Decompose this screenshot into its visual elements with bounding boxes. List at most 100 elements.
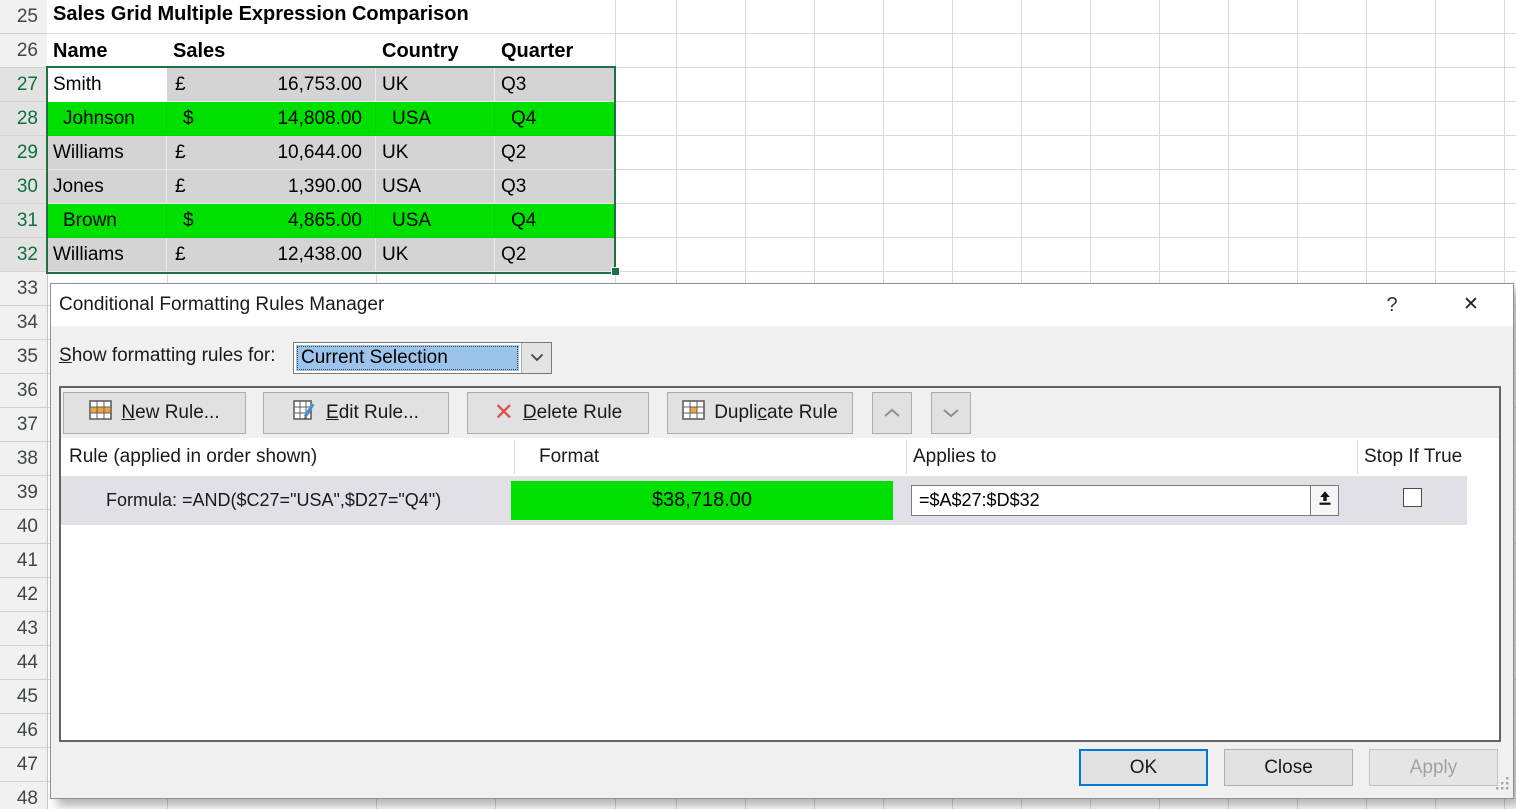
currency-symbol: £ xyxy=(175,170,186,203)
show-rules-dropdown[interactable]: Current Selection xyxy=(293,342,552,374)
column-separator xyxy=(514,440,515,474)
delete-rule-button[interactable]: ✕ Delete Rule xyxy=(467,392,649,434)
column-header-rule: Rule (applied in order shown) xyxy=(69,438,317,476)
table-row: Williams £10,644.00 UK Q2 xyxy=(47,136,615,170)
cell[interactable]: Q2 xyxy=(495,136,615,170)
edit-rule-label: Edit Rule... xyxy=(326,402,419,424)
row-header[interactable]: 40 xyxy=(0,510,47,544)
cell[interactable]: £10,644.00 xyxy=(167,136,376,170)
dropdown-button[interactable] xyxy=(521,343,551,373)
row-header[interactable]: 39 xyxy=(0,476,47,510)
cell[interactable]: Brown xyxy=(47,204,167,238)
new-rule-icon xyxy=(89,400,112,426)
cell[interactable]: UK xyxy=(376,136,495,170)
currency-symbol: £ xyxy=(175,68,186,101)
row-header[interactable]: 46 xyxy=(0,714,47,748)
stop-if-true-checkbox[interactable] xyxy=(1403,488,1422,507)
row-header[interactable]: 34 xyxy=(0,306,47,340)
cell[interactable]: Johnson xyxy=(47,102,167,136)
cell[interactable]: Q3 xyxy=(495,170,615,204)
move-rule-up-button[interactable] xyxy=(872,392,912,434)
row-header[interactable]: 31 xyxy=(0,204,47,238)
fill-handle[interactable] xyxy=(611,267,620,276)
row-header[interactable]: 30 xyxy=(0,170,47,204)
excel-window: 25 26 27 28 29 30 31 32 33 34 35 36 37 3… xyxy=(0,0,1516,809)
delete-x-icon: ✕ xyxy=(494,403,514,423)
row-header[interactable]: 28 xyxy=(0,102,47,136)
row-header[interactable]: 48 xyxy=(0,782,47,809)
cell[interactable]: Q2 xyxy=(495,238,615,272)
row-header[interactable]: 42 xyxy=(0,578,47,612)
new-rule-button[interactable]: New Rule... xyxy=(63,392,246,434)
cell[interactable]: Williams xyxy=(47,238,167,272)
cell[interactable]: £12,438.00 xyxy=(167,238,376,272)
cell[interactable]: Q3 xyxy=(495,68,615,102)
col-header-name[interactable]: Name xyxy=(47,34,167,68)
table-row: Williams £12,438.00 UK Q2 xyxy=(47,238,615,272)
cell[interactable]: USA xyxy=(376,102,495,136)
cell[interactable]: $14,808.00 xyxy=(167,102,376,136)
currency-symbol: £ xyxy=(175,238,186,271)
applies-to-group xyxy=(911,485,1339,516)
cell[interactable]: £1,390.00 xyxy=(167,170,376,204)
rules-toolbar: New Rule... Edit Rule... ✕ Delete Rule xyxy=(61,388,1499,438)
cell[interactable]: Q4 xyxy=(495,204,615,238)
col-header-sales[interactable]: Sales xyxy=(167,34,376,68)
edit-rule-button[interactable]: Edit Rule... xyxy=(263,392,449,434)
duplicate-rule-button[interactable]: Duplicate Rule xyxy=(667,392,853,434)
row-header[interactable]: 25 xyxy=(0,0,47,34)
amount: 1,390.00 xyxy=(288,170,375,203)
row-header[interactable]: 27 xyxy=(0,68,47,102)
amount: 14,808.00 xyxy=(277,102,375,135)
delete-rule-label: Delete Rule xyxy=(523,402,622,424)
close-button[interactable]: Close xyxy=(1224,749,1353,786)
edit-rule-icon xyxy=(293,400,317,426)
ok-button[interactable]: OK xyxy=(1079,749,1208,786)
cell[interactable]: USA xyxy=(376,204,495,238)
dialog-title-bar[interactable]: Conditional Formatting Rules Manager ? ✕ xyxy=(51,284,1513,326)
row-header[interactable]: 36 xyxy=(0,374,47,408)
close-icon[interactable]: ✕ xyxy=(1457,292,1485,318)
row-header[interactable]: 26 xyxy=(0,34,47,68)
row-header[interactable]: 37 xyxy=(0,408,47,442)
col-header-country[interactable]: Country xyxy=(376,34,495,68)
cell[interactable]: Williams xyxy=(47,136,167,170)
applies-to-input[interactable] xyxy=(911,485,1310,516)
help-icon[interactable]: ? xyxy=(1379,292,1405,318)
resize-grip-icon[interactable] xyxy=(1495,776,1509,795)
rule-row[interactable]: Formula: =AND($C27="USA",$D27="Q4") $38,… xyxy=(61,476,1467,525)
move-rule-down-button[interactable] xyxy=(931,392,971,434)
currency-symbol: $ xyxy=(183,204,194,237)
table-header-area: Sales Grid Multiple Expression Compariso… xyxy=(47,0,615,68)
cell[interactable]: Jones xyxy=(47,170,167,204)
show-rules-label: Show formatting rules for: xyxy=(59,345,276,367)
cell[interactable]: UK xyxy=(376,68,495,102)
row-header[interactable]: 38 xyxy=(0,442,47,476)
cell[interactable]: £16,753.00 xyxy=(167,68,376,102)
row-header[interactable]: 35 xyxy=(0,340,47,374)
rule-formula-text: Formula: =AND($C27="USA",$D27="Q4") xyxy=(106,476,441,525)
row-header[interactable]: 33 xyxy=(0,272,47,306)
col-header-quarter[interactable]: Quarter xyxy=(495,34,615,68)
cell[interactable]: Q4 xyxy=(495,102,615,136)
chevron-down-icon xyxy=(530,349,544,367)
row-header[interactable]: 47 xyxy=(0,748,47,782)
row-header[interactable]: 43 xyxy=(0,612,47,646)
row-header[interactable]: 44 xyxy=(0,646,47,680)
dialog-title: Conditional Formatting Rules Manager xyxy=(59,294,384,316)
row-header[interactable]: 45 xyxy=(0,680,47,714)
cell-active[interactable]: Smith xyxy=(47,68,167,102)
cell[interactable]: UK xyxy=(376,238,495,272)
amount: 16,753.00 xyxy=(277,68,375,101)
table-row-highlighted: Johnson $14,808.00 USA Q4 xyxy=(47,102,615,136)
column-header-format: Format xyxy=(539,438,599,476)
collapse-dialog-button[interactable] xyxy=(1310,485,1339,516)
cell[interactable]: USA xyxy=(376,170,495,204)
row-header[interactable]: 32 xyxy=(0,238,47,272)
cell[interactable]: $4,865.00 xyxy=(167,204,376,238)
row-header[interactable]: 41 xyxy=(0,544,47,578)
currency-symbol: $ xyxy=(183,102,194,135)
row-header[interactable]: 29 xyxy=(0,136,47,170)
sheet-title[interactable]: Sales Grid Multiple Expression Compariso… xyxy=(53,3,469,26)
column-separator xyxy=(906,440,907,474)
